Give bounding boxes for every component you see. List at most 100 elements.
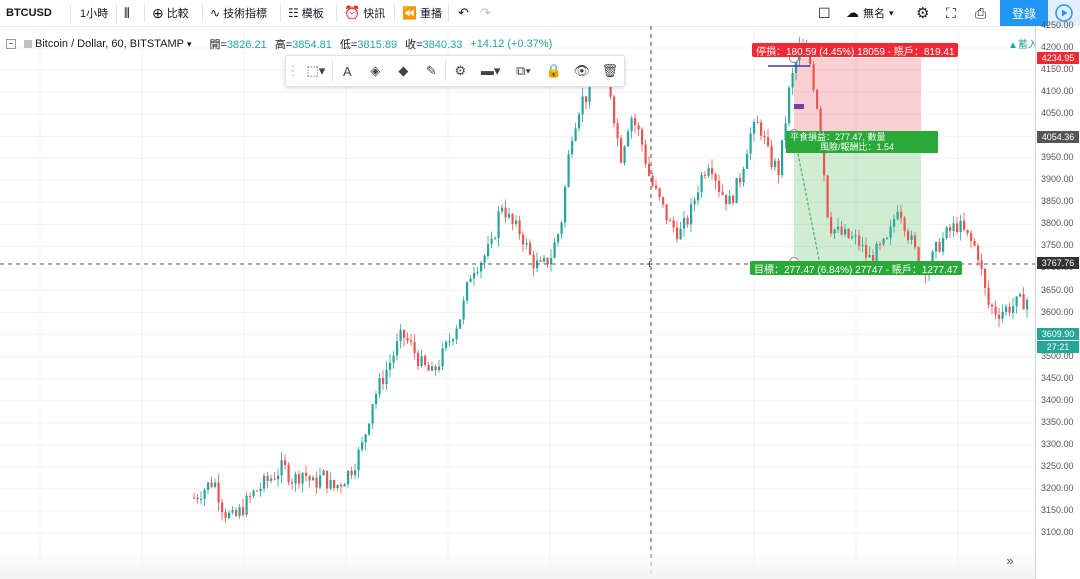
symbol-name: Bitcoin / Dollar, 60, BITSTAMP [35, 38, 184, 50]
compare-button[interactable]: ⊕ 比較 [152, 0, 189, 26]
trash-icon[interactable]: 🗑 [596, 56, 624, 86]
candle-body [389, 362, 392, 370]
bar-style-icon[interactable]: ⫴ [124, 0, 130, 26]
candle-body [196, 497, 199, 500]
templates-button[interactable]: ☷ 模板 [288, 0, 324, 26]
stop-loss-label[interactable]: 停損：180.59 (4.45%) 18059 - 賬戶：819.41 [752, 43, 959, 58]
fill-color-icon[interactable]: ◈ [361, 56, 389, 86]
candle-body [574, 128, 577, 141]
indicators-button[interactable]: ∿ 技術指標 [210, 0, 267, 26]
entry-price: 4054.36 [1041, 132, 1075, 142]
stop-loss-text: 停損：180.59 (4.45%) 18059 - 賬戶：819.41 [756, 46, 955, 58]
price-chart[interactable]: + [0, 26, 1035, 579]
pencil-icon[interactable]: ✎ [417, 56, 445, 86]
candle-body [494, 238, 497, 240]
candle-body [1026, 299, 1029, 310]
candle-body [329, 479, 332, 489]
candle-body [896, 211, 899, 220]
candle-body [420, 355, 423, 367]
replay-button[interactable]: ⏪ 重播 [402, 0, 442, 26]
chevron-down-icon[interactable]: ▾ [187, 39, 192, 50]
candle-body [910, 235, 913, 240]
candle-body [410, 340, 413, 342]
marker-shape [794, 104, 804, 109]
candle-body [312, 477, 315, 481]
price-tick: 3450.00 [1041, 372, 1074, 383]
target-label[interactable]: 目標：277.47 (6.84%) 27747 - 賬戶：1277.47 [750, 261, 962, 276]
fullscreen-icon[interactable]: ⛶ [946, 0, 956, 26]
camera-icon[interactable]: ⎙ [975, 0, 986, 26]
scroll-to-realtime-icon[interactable]: » [1000, 551, 1020, 569]
candle-body [305, 472, 308, 476]
candle-body [245, 495, 248, 515]
candle-body [998, 314, 1001, 319]
candle-body [298, 473, 301, 484]
candle-body [336, 484, 339, 488]
candle-body [952, 223, 955, 231]
visibility-icon[interactable]: ▬▾ [474, 56, 507, 86]
price-tick: 3300.00 [1041, 438, 1074, 449]
symbol-search[interactable]: BTCUSD [6, 0, 52, 26]
candle-body [879, 243, 882, 245]
price-tick: 4250.00 [1041, 20, 1074, 30]
candle-body [564, 186, 567, 223]
candle-body [434, 366, 437, 371]
stop-price-label: 4234.95 [1037, 52, 1079, 64]
candle-body [980, 260, 983, 269]
template-icon[interactable]: ⬚▾ [300, 56, 333, 86]
divider [116, 4, 117, 22]
drag-handle-icon[interactable]: ⋮ [286, 56, 300, 86]
pnl-label[interactable]: 平食損益：277.47, 數量 風險/報酬比：1.54 [786, 131, 938, 153]
undo-icon[interactable]: ↶ [458, 0, 469, 26]
candle-body [749, 133, 752, 154]
candle-body [424, 355, 427, 365]
last-price: 3609.90 [1041, 329, 1075, 339]
price-tick: 3850.00 [1041, 196, 1074, 207]
add-circle-icon: ⊕ [152, 4, 164, 21]
background-color-icon[interactable]: ◆ [389, 56, 417, 86]
candle-body [742, 168, 745, 183]
layout-name-button[interactable]: ☁ 無名 ▾ [846, 0, 894, 26]
take-profit-zone[interactable] [794, 134, 921, 262]
candle-body [438, 366, 441, 371]
candle-body [812, 64, 815, 91]
candle-body [907, 231, 910, 240]
candle-body [515, 220, 518, 224]
candle-body [466, 282, 469, 301]
symbol-label: BTCUSD [6, 7, 52, 19]
candle-body [557, 234, 560, 243]
eye-icon[interactable]: 👁 [568, 56, 596, 86]
candle-body [991, 304, 994, 307]
symbol-logo-icon [24, 40, 32, 48]
candle-body [637, 125, 640, 130]
lock-icon[interactable]: 🔒 [540, 56, 568, 86]
candle-body [525, 242, 528, 245]
compare-label: 比較 [166, 8, 189, 20]
gear-icon[interactable]: ⚙ [446, 56, 474, 86]
candle-body [385, 369, 388, 385]
collapse-icon[interactable]: − [6, 39, 16, 49]
layout-icon[interactable]: ☐ [818, 0, 831, 26]
candle-body [711, 168, 714, 175]
price-tick: 3650.00 [1041, 284, 1074, 295]
gear-icon[interactable]: ⚙ [916, 0, 929, 26]
candle-body [882, 238, 885, 245]
clone-icon[interactable]: ⧉▾ [507, 56, 540, 86]
price-tick: 4150.00 [1041, 64, 1074, 75]
alert-button[interactable]: ⏰ 快訊 [344, 0, 385, 26]
price-axis[interactable]: 4250.004200.004150.004100.004050.004000.… [1035, 20, 1080, 579]
candle-body [588, 84, 591, 103]
candle-body [483, 255, 486, 263]
candle-body [735, 177, 738, 204]
redo-icon[interactable]: ↷ [480, 0, 491, 26]
candle-body [830, 217, 833, 234]
candle-body [620, 138, 623, 163]
candle-body [214, 482, 217, 487]
price-tick: 3600.00 [1041, 306, 1074, 317]
candle-body [497, 211, 500, 239]
candle-body [508, 214, 511, 218]
risk-reward-text: 風險/報酬比：1.54 [820, 142, 895, 152]
interval-button[interactable]: 1小時 [80, 0, 108, 26]
text-color-icon[interactable]: A [333, 56, 361, 86]
candle-body [889, 226, 892, 238]
